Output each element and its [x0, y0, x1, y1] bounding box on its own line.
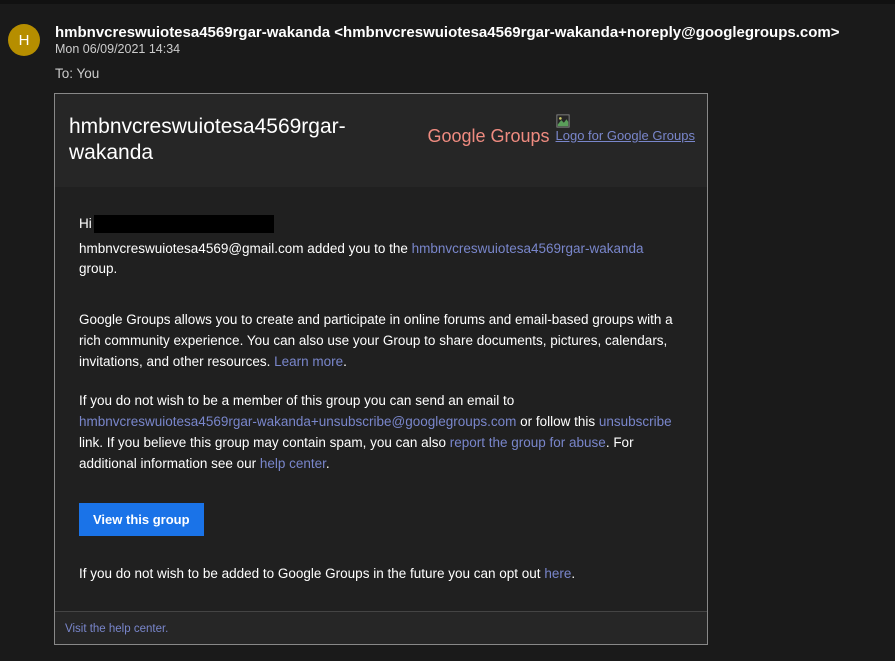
hi-text: Hi	[79, 216, 92, 231]
greeting-row: Hi	[79, 215, 683, 233]
unsubscribe-email-link[interactable]: hmbnvcreswuiotesa4569rgar-wakanda+unsubs…	[79, 414, 516, 429]
intro-paragraph: hmbnvcreswuiotesa4569@gmail.com added yo…	[79, 239, 683, 281]
email-header: H hmbnvcreswuiotesa4569rgar-wakanda <hmb…	[6, 24, 889, 81]
visit-help-center-link[interactable]: Visit the help center.	[65, 623, 168, 635]
header-info: hmbnvcreswuiotesa4569rgar-wakanda <hmbnv…	[55, 24, 889, 81]
learn-more-link[interactable]: Learn more	[274, 354, 343, 369]
broken-image-icon	[556, 114, 570, 128]
view-group-button[interactable]: View this group	[79, 503, 204, 536]
help-center-link[interactable]: help center	[260, 456, 326, 471]
sender-avatar[interactable]: H	[8, 24, 40, 56]
description-paragraph: Google Groups allows you to create and p…	[79, 310, 683, 373]
redacted-name	[94, 215, 274, 233]
email-message: H hmbnvcreswuiotesa4569rgar-wakanda <hmb…	[0, 4, 895, 645]
to-label: To:	[55, 66, 73, 81]
optout-paragraph: If you do not wish to be added to Google…	[79, 564, 683, 585]
card-footer: Visit the help center.	[55, 611, 707, 644]
unsubscribe-link[interactable]: unsubscribe	[599, 414, 672, 429]
group-title: hmbnvcreswuiotesa4569rgar-wakanda	[69, 114, 379, 167]
to-line: To: You	[55, 66, 889, 81]
card-header: hmbnvcreswuiotesa4569rgar-wakanda Google…	[55, 94, 707, 187]
unsubscribe-paragraph: If you do not wish to be a member of thi…	[79, 391, 683, 475]
card-body: Hi hmbnvcreswuiotesa4569@gmail.com added…	[55, 187, 707, 611]
optout-link[interactable]: here	[544, 566, 571, 581]
avatar-initial: H	[19, 32, 30, 49]
group-name-link[interactable]: hmbnvcreswuiotesa4569rgar-wakanda	[412, 241, 644, 256]
from-line: hmbnvcreswuiotesa4569rgar-wakanda <hmbnv…	[55, 24, 889, 41]
date-line: Mon 06/09/2021 14:34	[55, 42, 889, 56]
logo-alt-link[interactable]: Logo for Google Groups	[556, 128, 695, 145]
brand-text: Google Groups	[427, 126, 549, 147]
to-value: You	[77, 66, 100, 81]
logo-box[interactable]: Logo for Google Groups	[556, 114, 695, 145]
logo-section: Google Groups Logo for Google Groups	[427, 114, 695, 147]
message-card: hmbnvcreswuiotesa4569rgar-wakanda Google…	[54, 93, 708, 645]
report-abuse-link[interactable]: report the group for abuse	[450, 435, 606, 450]
